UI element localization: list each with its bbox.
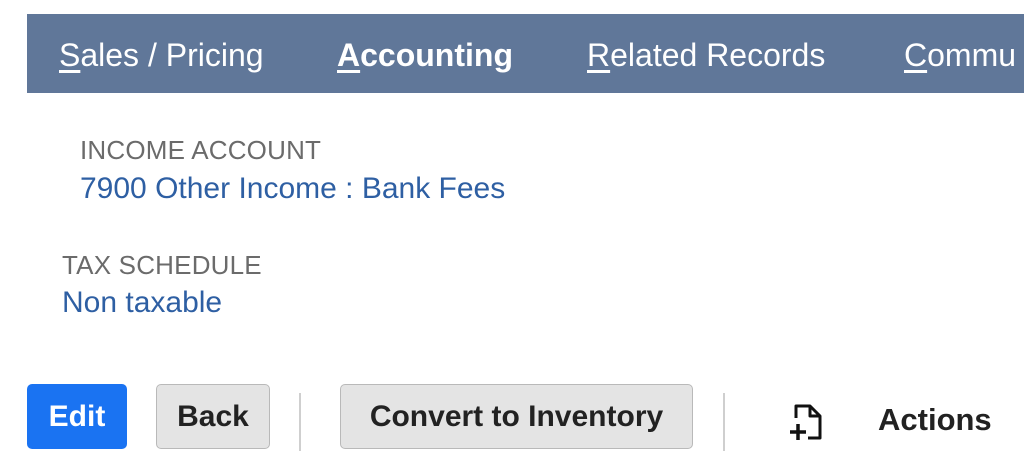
tab-sales-pricing[interactable]: Sales / Pricing (59, 14, 264, 93)
income-account-label: INCOME ACCOUNT (80, 135, 322, 165)
tab-accounting[interactable]: Accounting (337, 14, 513, 93)
new-document-icon[interactable] (786, 400, 828, 444)
actions-menu-button[interactable]: Actions (878, 402, 992, 438)
record-view: Sales / Pricing Accounting Related Recor… (0, 0, 1024, 468)
tax-schedule-label: TAX SCHEDULE (62, 250, 262, 280)
subtab-bar: Sales / Pricing Accounting Related Recor… (27, 14, 1024, 93)
button-separator (299, 393, 301, 451)
button-separator (723, 393, 725, 451)
edit-button[interactable]: Edit (27, 384, 127, 449)
income-account-value[interactable]: 7900 Other Income : Bank Fees (80, 172, 505, 206)
tax-schedule-value[interactable]: Non taxable (62, 286, 222, 320)
back-button[interactable]: Back (156, 384, 270, 449)
tab-related-records[interactable]: Related Records (587, 14, 825, 93)
tab-communication[interactable]: Commu (904, 14, 1016, 93)
convert-to-inventory-button[interactable]: Convert to Inventory (340, 384, 693, 449)
